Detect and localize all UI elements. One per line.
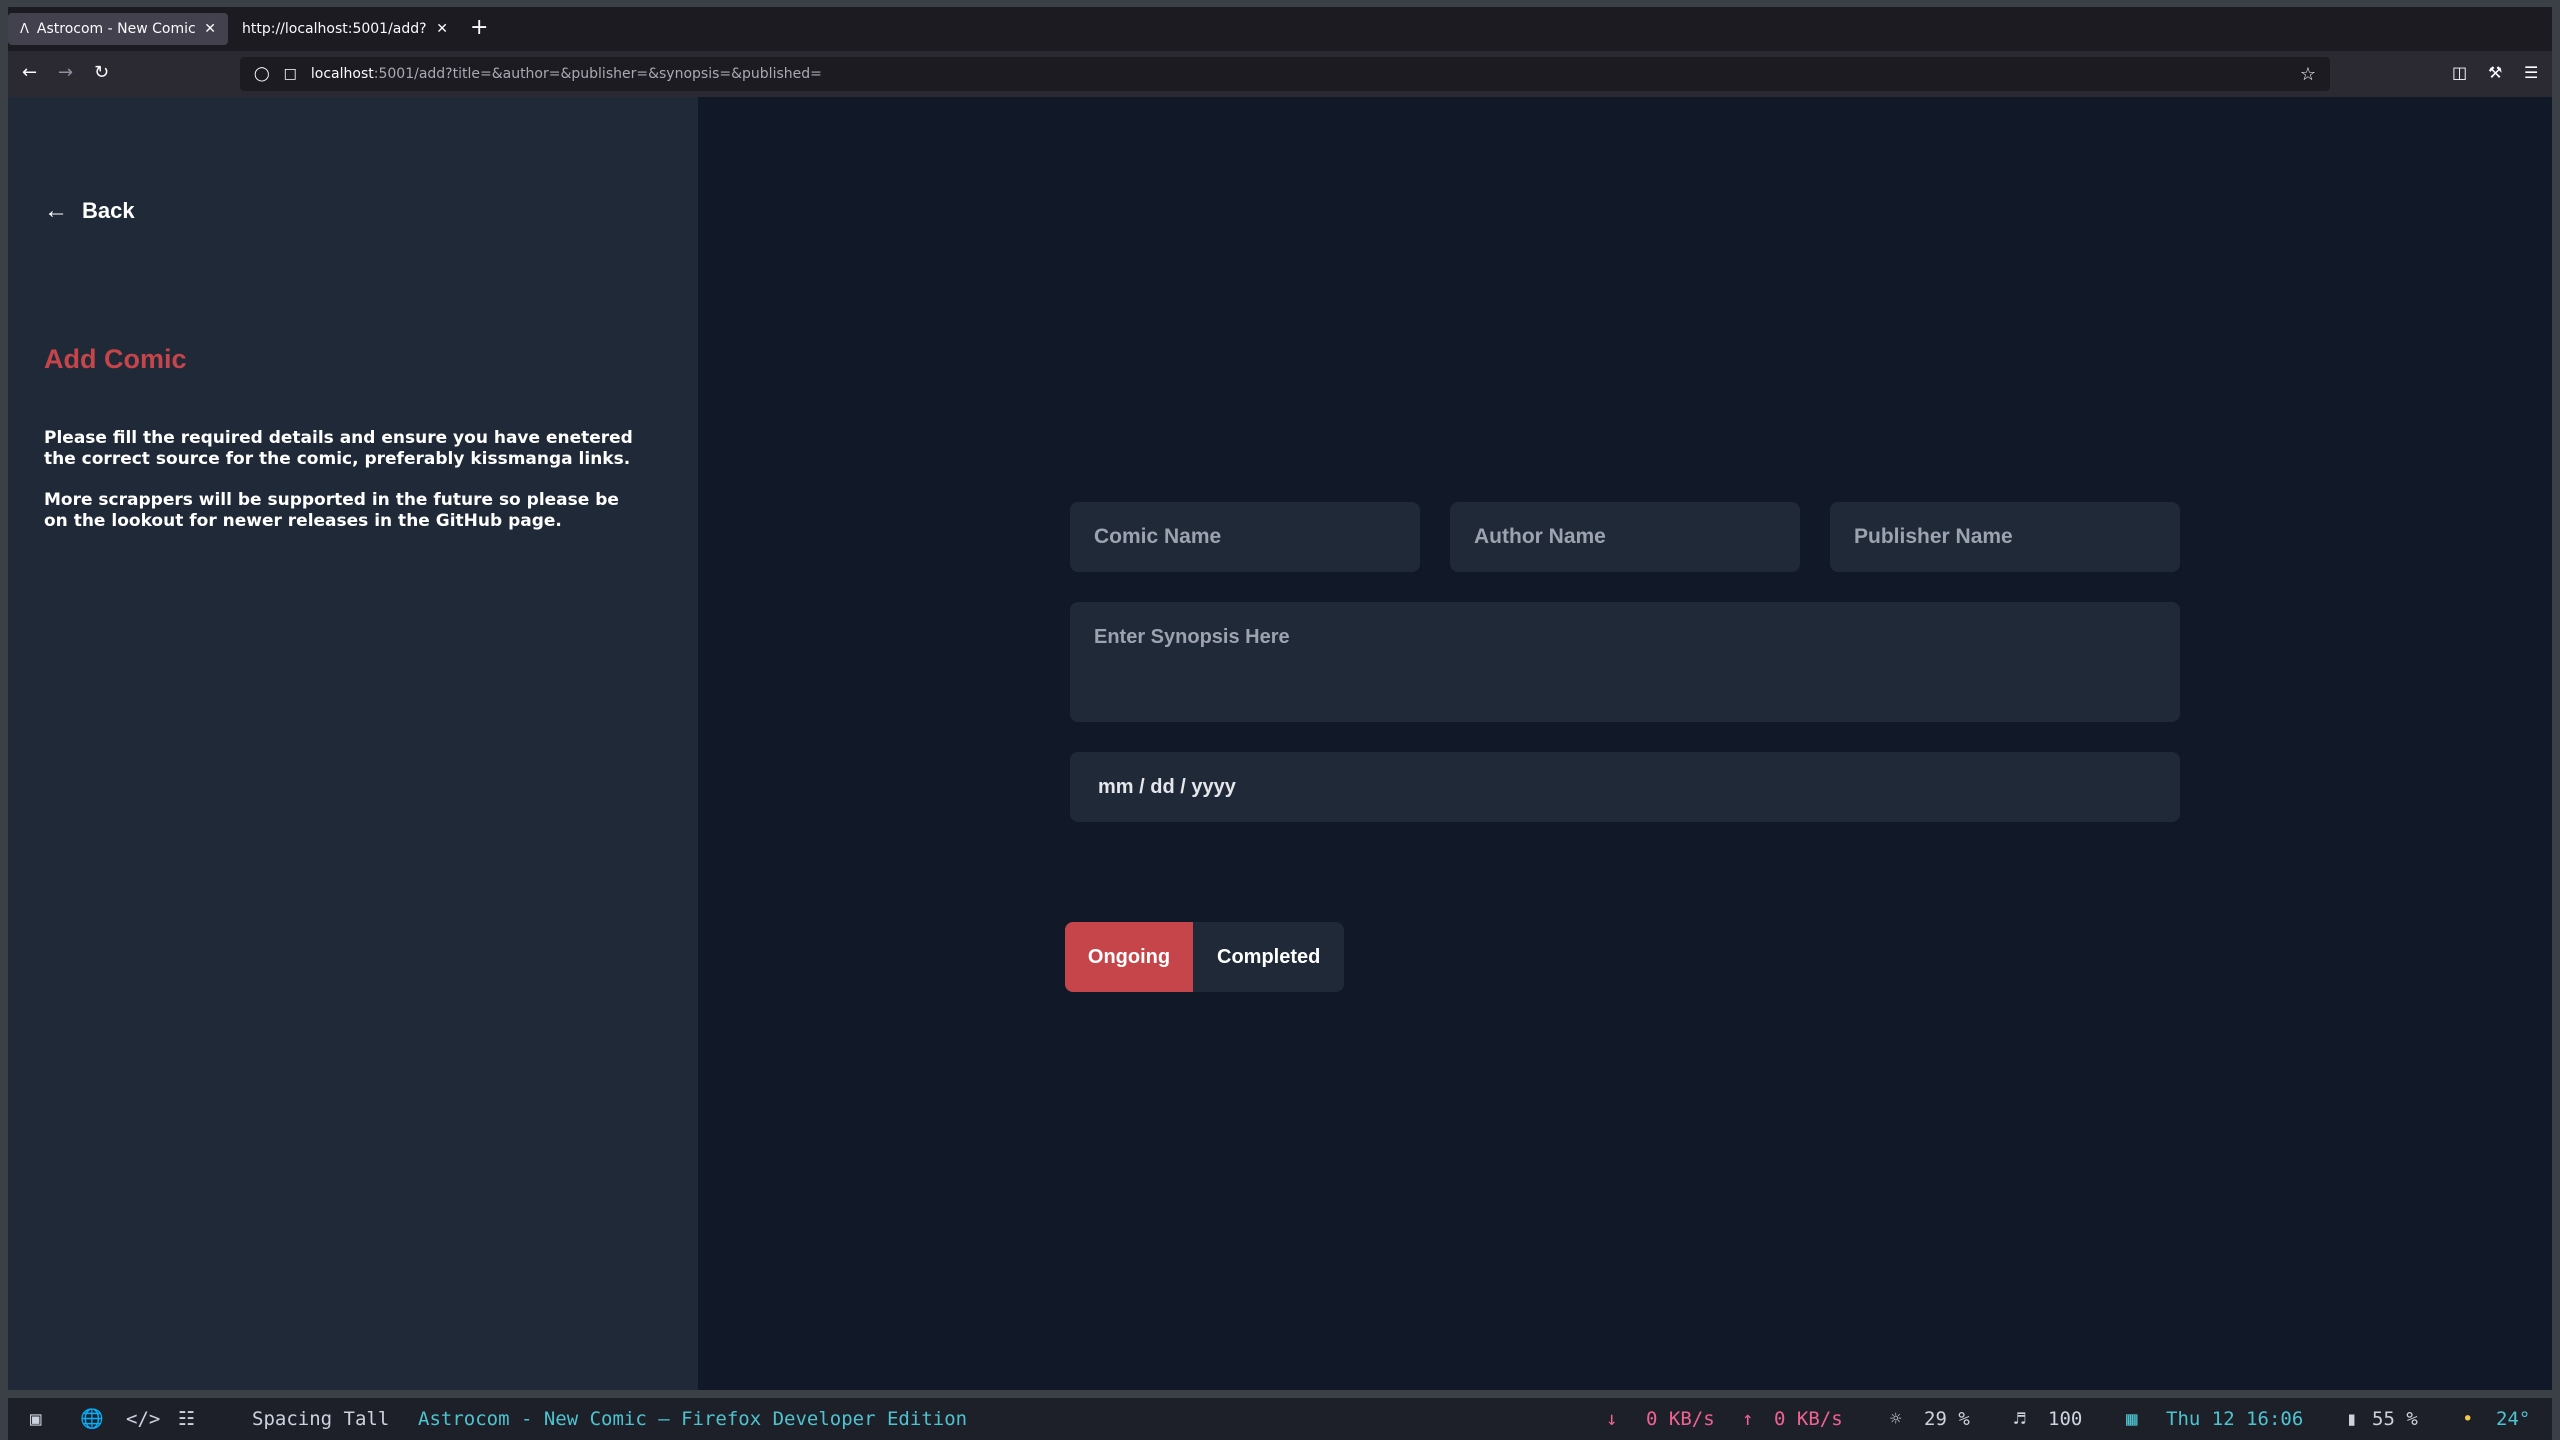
url-bar[interactable]: ◯ □ localhost :5001/add?title=&author=&p… xyxy=(240,57,2330,91)
description-paragraph: More scrappers will be supported in the … xyxy=(44,490,619,531)
published-date-input[interactable]: mm / dd / yyyy xyxy=(1070,752,2180,822)
wrench-icon[interactable]: ⚒ xyxy=(2488,63,2502,82)
close-tab-icon[interactable]: ✕ xyxy=(436,21,448,37)
network-icon[interactable]: ☷ xyxy=(178,1408,195,1430)
code-icon[interactable]: </> xyxy=(126,1408,160,1430)
upload-rate: 0 KB/s xyxy=(1774,1408,1843,1430)
browser-window: Λ Astrocom - New Comic ✕ http://localhos… xyxy=(8,7,2552,1390)
terminal-icon[interactable]: ▣ xyxy=(30,1408,41,1430)
page-title: Add Comic xyxy=(44,344,187,374)
calendar-icon: ▦ xyxy=(2126,1408,2138,1430)
system-status-bar: ▣ 🌐 </> ☷ Spacing Tall Astrocom - New Co… xyxy=(8,1398,2552,1440)
sidebar: ← Back Add Comic Please fill the require… xyxy=(8,97,698,1390)
bookmark-star-icon[interactable]: ☆ xyxy=(2300,64,2316,85)
comic-name-input[interactable]: Comic Name xyxy=(1070,502,1420,572)
astrocom-favicon-icon: Λ xyxy=(20,21,29,37)
close-tab-icon[interactable]: ✕ xyxy=(204,21,216,37)
battery-icon: ▮ xyxy=(2346,1408,2358,1430)
layout-name: Spacing Tall xyxy=(252,1408,390,1430)
shield-icon[interactable]: ◯ xyxy=(254,66,270,82)
reload-icon[interactable]: ↻ xyxy=(94,63,109,83)
pocket-icon[interactable]: ◫ xyxy=(2452,63,2467,82)
volume-icon[interactable]: ♬ xyxy=(2014,1408,2025,1430)
status-toggle: Ongoing Completed xyxy=(1065,922,1345,992)
temperature-value: 24° xyxy=(2496,1408,2531,1430)
author-name-input[interactable]: Author Name xyxy=(1450,502,1800,572)
publisher-name-input[interactable]: Publisher Name xyxy=(1830,502,2180,572)
thermometer-icon: • xyxy=(2462,1408,2474,1430)
brightness-value: 29 % xyxy=(1924,1408,1970,1430)
completed-button[interactable]: Completed xyxy=(1193,922,1344,992)
brightness-icon: ☼ xyxy=(1890,1408,1902,1430)
description-paragraph: Please fill the required details and ens… xyxy=(44,428,633,469)
synopsis-textarea[interactable]: Enter Synopsis Here xyxy=(1070,602,2180,722)
tab-bar: Λ Astrocom - New Comic ✕ http://localhos… xyxy=(8,7,2552,51)
tab-localhost[interactable]: http://localhost:5001/add?ti ✕ xyxy=(230,13,460,45)
globe-icon[interactable]: 🌐 xyxy=(80,1408,104,1430)
window-title: Astrocom - New Comic — Firefox Developer… xyxy=(418,1408,968,1430)
date-time: Thu 12 16:06 xyxy=(2166,1408,2304,1430)
tab-astrocom[interactable]: Λ Astrocom - New Comic ✕ xyxy=(8,13,228,45)
navigation-bar: ← → ↻ ◯ □ localhost :5001/add?title=&aut… xyxy=(8,51,2552,97)
new-tab-button[interactable]: + xyxy=(470,17,488,39)
url-path: :5001/add?title=&author=&publisher=&syno… xyxy=(373,66,822,82)
download-rate: 0 KB/s xyxy=(1646,1408,1715,1430)
upload-arrow-icon: ↑ xyxy=(1742,1408,1754,1430)
tab-title: Astrocom - New Comic xyxy=(36,21,196,37)
menu-icon[interactable]: ☰ xyxy=(2524,63,2538,82)
back-label: Back xyxy=(82,198,135,223)
volume-value: 100 xyxy=(2048,1408,2083,1430)
download-arrow-icon: ↓ xyxy=(1606,1408,1618,1430)
forward-arrow-icon[interactable]: → xyxy=(58,63,73,83)
back-arrow-icon[interactable]: ← xyxy=(22,63,37,83)
battery-value: 55 % xyxy=(2372,1408,2418,1430)
arrow-left-icon: ← xyxy=(44,197,68,224)
page-info-icon[interactable]: □ xyxy=(284,66,297,82)
page-content: ← Back Add Comic Please fill the require… xyxy=(8,97,2552,1390)
ongoing-button[interactable]: Ongoing xyxy=(1065,922,1193,992)
back-button[interactable]: ← Back xyxy=(44,197,135,225)
url-host: localhost xyxy=(310,66,374,82)
tab-title: http://localhost:5001/add?ti xyxy=(242,21,427,37)
